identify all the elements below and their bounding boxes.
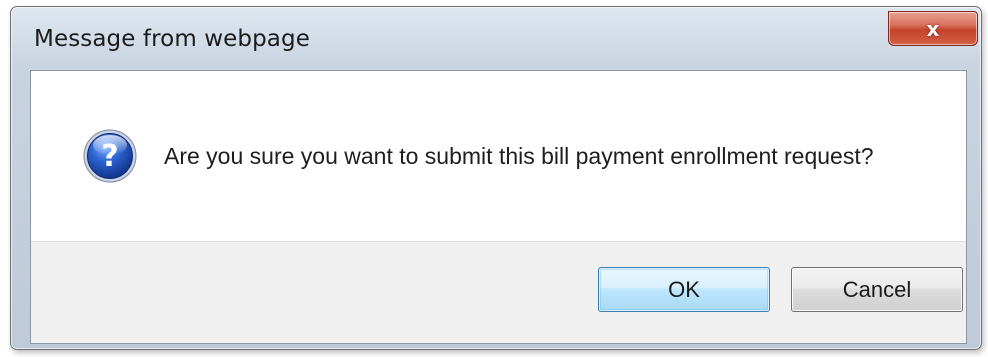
cancel-button-label: Cancel (842, 276, 912, 302)
svg-text:?: ? (101, 139, 118, 174)
question-icon: ? (83, 129, 137, 183)
message-area: ? Are you sure you want to submit this b… (31, 71, 966, 241)
close-icon: x (926, 16, 940, 41)
dialog-window: Message from webpage x ? Are you sure yo… (10, 6, 982, 350)
button-bar: OK Cancel (31, 241, 966, 343)
dialog-content: ? Are you sure you want to submit this b… (30, 70, 967, 344)
ok-button-label: OK (668, 276, 700, 302)
close-button[interactable]: x (888, 11, 978, 46)
message-text: Are you sure you want to submit this bil… (164, 143, 874, 169)
dialog-title: Message from webpage (34, 26, 310, 52)
title-bar[interactable]: Message from webpage x (11, 7, 981, 71)
cancel-button[interactable]: Cancel (791, 267, 963, 312)
ok-button[interactable]: OK (598, 267, 770, 312)
